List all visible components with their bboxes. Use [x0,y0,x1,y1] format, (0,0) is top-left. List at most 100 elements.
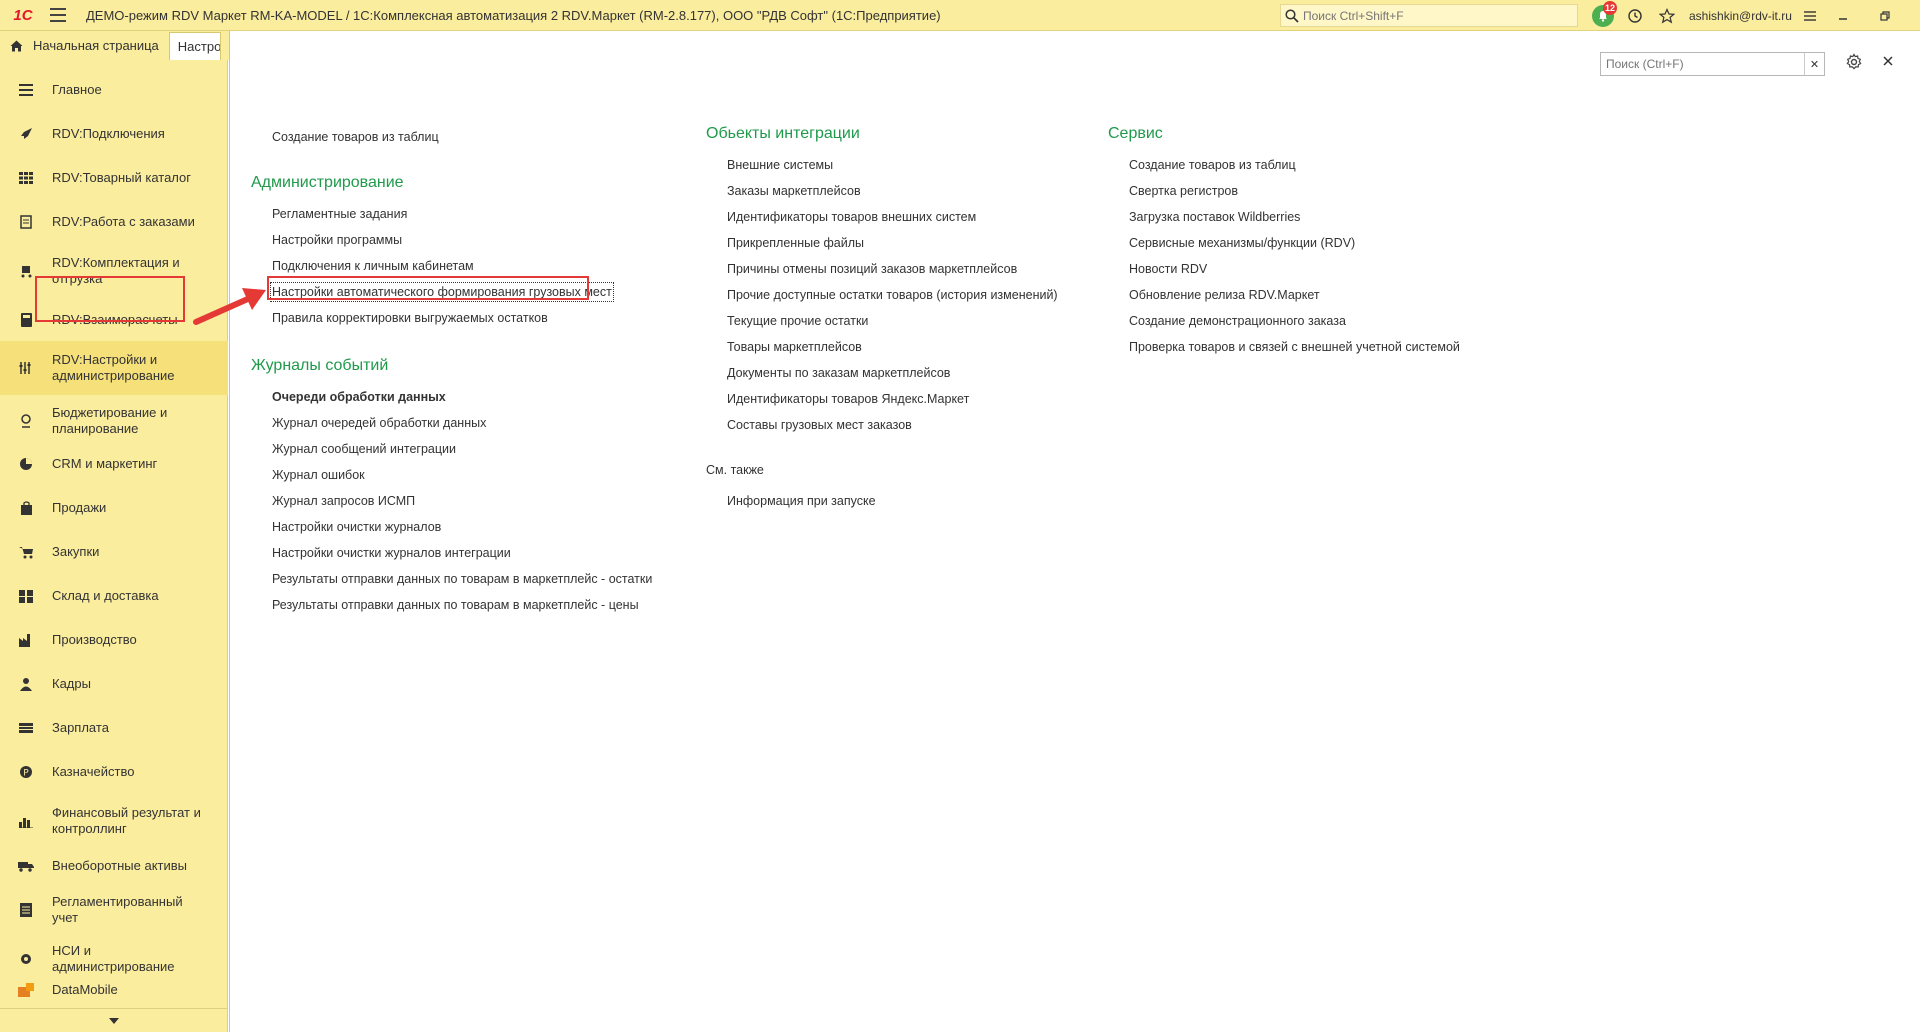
sidebar-item-label: Главное [52,82,102,97]
journal-link[interactable]: Журнал очередей обработки данных [272,415,486,431]
section-event-journals: Журналы событий [251,357,389,374]
sidebar-item-12[interactable]: Производство [0,618,228,662]
integration-link[interactable]: Идентификаторы товаров внешних систем [727,209,976,225]
tab-settings[interactable]: Настройки [168,32,221,60]
service-link[interactable]: Создание демонстрационного заказа [1129,313,1346,329]
journal-link[interactable]: Очереди обработки данных [272,389,446,405]
journal-link[interactable]: Результаты отправки данных по товарам в … [272,571,652,587]
minimize-button[interactable] [1822,0,1864,31]
admin-link[interactable]: Настройки программы [272,232,402,248]
integration-link[interactable]: Составы грузовых мест заказов [727,417,912,433]
admin-link[interactable]: Настройки автоматического формирования г… [270,282,614,302]
admin-link[interactable]: Регламентные задания [272,206,407,222]
sidebar-item-label: Регламентированный учет [52,894,183,925]
notifications-button[interactable]: 12 [1587,0,1619,31]
gear-icon [0,952,52,966]
integration-link[interactable]: Документы по заказам маркетплейсов [727,365,950,381]
sidebar-item-label: RDV:Товарный каталог [52,170,192,185]
form-close-button[interactable] [1883,53,1893,69]
service-link[interactable]: Сервисные механизмы/функции (RDV) [1129,235,1355,251]
sidebar-item-13[interactable]: Кадры [0,662,228,706]
integration-link[interactable]: Идентификаторы товаров Яндекс.Маркет [727,391,969,407]
journal-link[interactable]: Журнал ошибок [272,467,365,483]
factory-icon [0,633,52,647]
service-link[interactable]: Проверка товаров и связей с внешней учет… [1129,339,1460,355]
rocket-icon [0,127,52,141]
sidebar-item-8[interactable]: CRM и маркетинг [0,442,228,486]
history-button[interactable] [1619,0,1651,31]
global-search[interactable] [1280,4,1578,27]
journal-link[interactable]: Журнал сообщений интеграции [272,441,456,457]
sidebar-item-16[interactable]: Финансовый результат и контроллинг [0,794,228,848]
integration-link[interactable]: Заказы маркетплейсов [727,183,861,199]
form-search[interactable]: ✕ [1600,52,1825,76]
warehouse-icon [0,589,52,603]
calculator-icon [0,313,52,327]
title-bar: 1С ДЕМО-режим RDV Маркет RM-KA-MODEL / 1… [0,0,1920,31]
favorites-button[interactable] [1651,0,1683,31]
close-window-button[interactable] [1906,0,1920,31]
sidebar-item-7[interactable]: Бюджетирование и планирование [0,394,228,448]
sidebar-item-5[interactable]: RDV:Взаиморасчеты [0,298,228,342]
main-menu-icon[interactable] [50,0,74,31]
sidebar-item-17[interactable]: Внеоборотные активы [0,844,228,888]
minimize-icon [1838,17,1847,20]
sidebar-scroll-down[interactable] [0,1008,228,1032]
integration-link[interactable]: Текущие прочие остатки [727,313,868,329]
integration-link[interactable]: Прочие доступные остатки товаров (истори… [727,287,1058,303]
tabs-bar: Начальная страница Настройки [0,31,230,60]
sidebar-item-10[interactable]: Закупки [0,530,228,574]
sidebar-item-0[interactable]: Главное [0,68,228,112]
clear-search-button[interactable]: ✕ [1804,53,1824,75]
sidebar-item-6[interactable]: RDV:Настройки и администрирование [0,341,228,395]
form-search-input[interactable] [1601,54,1804,74]
service-link[interactable]: Свертка регистров [1129,183,1238,199]
form-settings-button[interactable] [1845,53,1863,74]
see-also-link[interactable]: Информация при запуске [727,493,876,509]
grid-icon [0,172,52,184]
sidebar-item-2[interactable]: RDV:Товарный каталог [0,156,228,200]
service-link[interactable]: Обновление релиза RDV.Маркет [1129,287,1320,303]
integration-link[interactable]: Причины отмены позиций заказов маркетпле… [727,261,1017,277]
sidebar-item-4[interactable]: RDV:Комплектация и отгрузка [0,244,228,298]
service-link[interactable]: Загрузка поставок Wildberries [1129,209,1300,225]
service-link[interactable]: Создание товаров из таблиц [1129,157,1296,173]
integration-link[interactable]: Прикрепленные файлы [727,235,864,251]
sidebar-item-label: RDV:Комплектация и отгрузка [52,255,180,286]
sidebar-item-9[interactable]: Продажи [0,486,228,530]
admin-link[interactable]: Правила корректировки выгружаемых остатк… [272,310,548,326]
sidebar-item-14[interactable]: Зарплата [0,706,228,750]
link-create-goods[interactable]: Создание товаров из таблиц [272,129,439,145]
section-administration: Администрирование [251,174,404,191]
cart-box-icon [0,264,52,278]
journal-link[interactable]: Журнал запросов ИСМП [272,493,415,509]
sidebar-item-20[interactable]: DataMobile [0,975,228,1005]
service-link[interactable]: Новости RDV [1129,261,1207,277]
budget-icon [0,414,52,428]
pie-chart-icon [0,457,52,471]
tab-home[interactable]: Начальная страница [0,31,169,60]
integration-link[interactable]: Внешние системы [727,157,833,173]
sidebar: Главное RDV:Подключения RDV:Товарный катал… [0,60,228,1032]
admin-link[interactable]: Подключения к личным кабинетам [272,258,474,274]
user-name[interactable]: ashishkin@rdv-it.ru [1683,9,1798,23]
chevron-down-icon [109,1017,119,1024]
sidebar-item-18[interactable]: Регламентированный учет [0,888,228,932]
sidebar-item-3[interactable]: RDV:Работа с заказами [0,200,228,244]
global-search-input[interactable] [1303,8,1563,23]
tab-home-label: Начальная страница [33,38,159,53]
search-icon [1285,8,1299,23]
close-icon [1883,56,1893,66]
sidebar-item-label: RDV:Подключения [52,126,165,141]
journal-link[interactable]: Настройки очистки журналов [272,519,441,535]
journal-link[interactable]: Результаты отправки данных по товарам в … [272,597,639,613]
restore-button[interactable] [1864,0,1906,31]
sidebar-item-1[interactable]: RDV:Подключения [0,112,228,156]
integration-link[interactable]: Товары маркетплейсов [727,339,862,355]
money-icon [0,723,52,733]
journal-link[interactable]: Настройки очистки журналов интеграции [272,545,511,561]
sidebar-item-11[interactable]: Склад и доставка [0,574,228,618]
sidebar-item-15[interactable]: P Казначейство [0,750,228,794]
sidebar-item-label: Финансовый результат и контроллинг [52,805,201,836]
settings-menu-button[interactable] [1798,0,1822,31]
